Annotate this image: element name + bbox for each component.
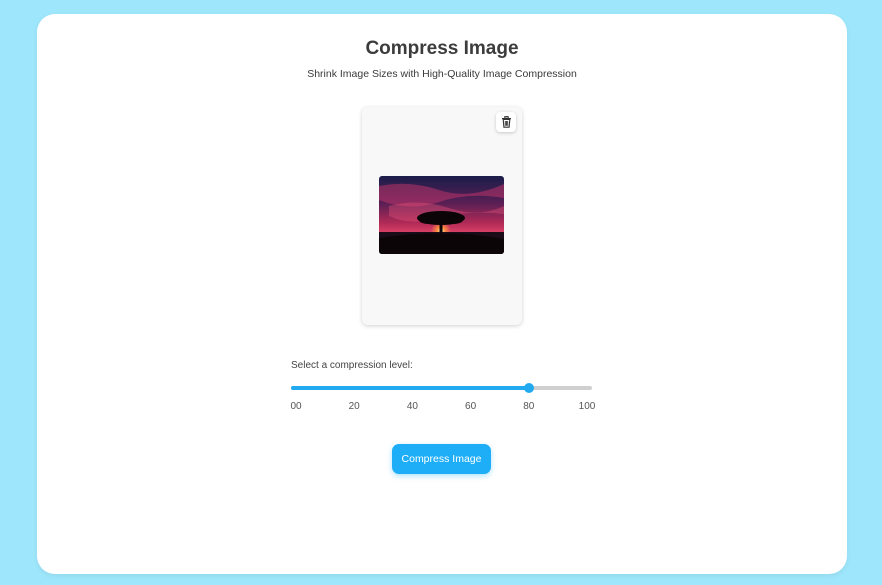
page-subtitle: Shrink Image Sizes with High-Quality Ima… xyxy=(307,68,577,80)
slider-tick-label: 40 xyxy=(406,401,418,412)
image-preview-card xyxy=(362,107,522,325)
trash-icon xyxy=(501,116,511,128)
slider-fill xyxy=(291,386,529,390)
compression-level-slider[interactable] xyxy=(291,382,592,394)
slider-tick-label: 60 xyxy=(465,401,477,412)
slider-tick-label: 20 xyxy=(348,401,360,412)
slider-ticks: 00 20 40 60 80 100 xyxy=(290,401,595,415)
compress-image-button[interactable]: Compress Image xyxy=(392,444,491,474)
delete-image-button[interactable] xyxy=(496,112,516,132)
main-card: Compress Image Shrink Image Sizes with H… xyxy=(37,14,847,574)
page-title: Compress Image xyxy=(365,38,519,59)
slider-thumb[interactable] xyxy=(523,383,534,393)
slider-tick-label: 00 xyxy=(290,401,302,412)
uploaded-image-thumbnail xyxy=(379,176,504,254)
slider-tick-label: 80 xyxy=(523,401,535,412)
slider-tick-label: 100 xyxy=(578,401,596,412)
compression-level-label: Select a compression level: xyxy=(291,360,413,371)
